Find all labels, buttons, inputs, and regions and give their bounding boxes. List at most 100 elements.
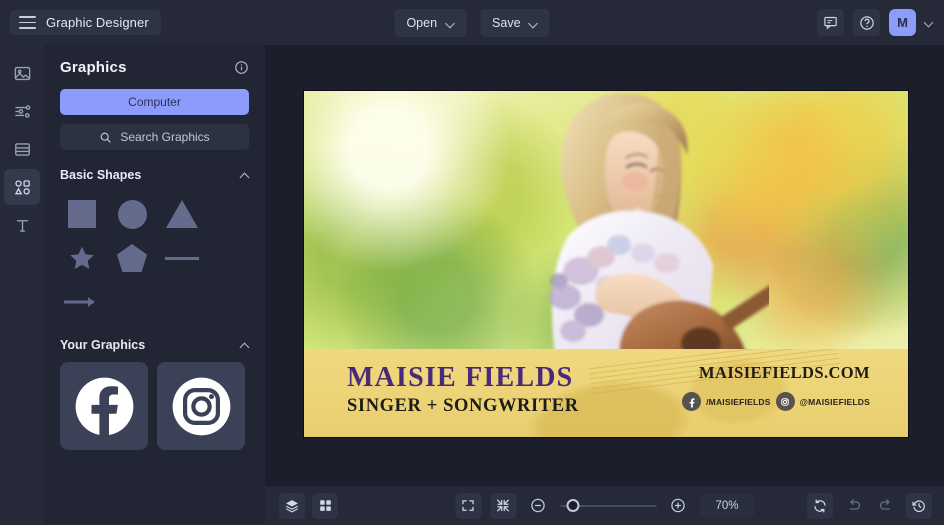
section-title: Your Graphics	[60, 338, 146, 352]
shape-arrow[interactable]	[60, 280, 104, 324]
top-bar: Graphic Designer Open Save M	[0, 0, 944, 45]
layout-icon	[14, 142, 30, 156]
shape-line[interactable]	[160, 236, 204, 280]
reset-icon	[814, 499, 826, 512]
guitarist-figure	[549, 93, 769, 353]
shape-pentagon[interactable]	[110, 236, 154, 280]
your-graphics-grid	[60, 362, 249, 450]
bottom-left-tools	[279, 492, 338, 519]
help-button[interactable]	[853, 9, 880, 36]
page-title: Graphic Designer	[46, 15, 149, 30]
source-computer-button[interactable]: Computer	[60, 89, 249, 115]
brand-tagline: SINGER + SONGWRITER	[347, 396, 579, 417]
artboard[interactable]: MAISIE FIELDS SINGER + SONGWRITER MAISIE…	[304, 91, 908, 437]
undo-icon	[849, 499, 860, 510]
instagram-logo	[172, 377, 230, 435]
search-icon	[99, 131, 112, 144]
zoom-slider[interactable]	[560, 498, 656, 512]
source-computer-label: Computer	[128, 95, 181, 109]
info-circle-icon[interactable]	[234, 60, 249, 75]
zoom-level-value: 70%	[715, 499, 739, 512]
avatar-initial: M	[897, 15, 908, 30]
account-actions: M	[817, 9, 934, 36]
graphic-thumb-instagram[interactable]	[157, 362, 245, 450]
zoom-in-button[interactable]	[665, 493, 691, 519]
shape-circle[interactable]	[110, 192, 154, 236]
canvas-stage[interactable]: MAISIE FIELDS SINGER + SONGWRITER MAISIE…	[265, 45, 944, 486]
shrink-to-fit-icon	[497, 499, 509, 512]
brand-block[interactable]: MAISIE FIELDS SINGER + SONGWRITER	[347, 363, 647, 417]
history-button[interactable]	[906, 492, 932, 519]
panel-header: Graphics	[60, 59, 249, 76]
hamburger-icon[interactable]	[19, 16, 36, 29]
facebook-icon	[682, 392, 702, 411]
chevron-up-icon[interactable]	[241, 341, 249, 349]
website-text: MAISIEFIELDS.COM	[699, 363, 870, 382]
shape-star[interactable]	[60, 236, 104, 280]
app-title-chip[interactable]: Graphic Designer	[10, 10, 161, 35]
history-icon	[912, 500, 925, 512]
layers-button[interactable]	[279, 492, 305, 519]
instagram-handle: @MAISIEFIELDS	[799, 396, 870, 407]
chevron-down-icon[interactable]	[925, 18, 934, 27]
sidebar-item-text[interactable]	[4, 207, 40, 243]
zoom-controls: 70%	[455, 492, 754, 519]
search-input-text: Search Graphics	[120, 130, 210, 144]
contact-block[interactable]: MAISIEFIELDS.COM /MAISIEFIELDS @MAISIEFI…	[682, 363, 870, 411]
zoom-slider-knob[interactable]	[566, 498, 579, 512]
graphics-panel: Graphics Computer Search Graphics Basic …	[44, 45, 265, 525]
layers-icon	[285, 499, 299, 513]
section-header-basic-shapes[interactable]: Basic Shapes	[60, 168, 249, 182]
shape-triangle[interactable]	[160, 192, 204, 236]
redo-icon	[879, 499, 890, 510]
open-button-label: Open	[406, 15, 438, 30]
reset-button[interactable]	[807, 492, 833, 519]
zoom-out-icon	[531, 498, 545, 513]
save-button-label: Save	[492, 15, 521, 30]
zoom-in-icon	[671, 498, 685, 513]
zoom-level-input[interactable]: 70%	[700, 494, 754, 517]
sliders-icon	[14, 104, 30, 118]
sidebar-item-adjustments[interactable]	[4, 93, 40, 129]
comment-button[interactable]	[817, 9, 844, 36]
history-controls	[807, 492, 932, 519]
undo-button[interactable]	[840, 493, 866, 519]
fit-to-screen-button[interactable]	[455, 492, 481, 519]
comment-icon	[824, 16, 837, 30]
image-icon	[14, 66, 30, 80]
section-title: Basic Shapes	[60, 168, 142, 182]
grid-button[interactable]	[312, 492, 338, 519]
panel-title: Graphics	[60, 59, 127, 76]
facebook-handle: /MAISIEFIELDS	[706, 396, 771, 407]
shapes-icon	[14, 179, 30, 195]
bottom-bar: 70%	[265, 486, 944, 525]
fit-to-screen-icon	[462, 500, 474, 511]
zoom-out-button[interactable]	[525, 493, 551, 519]
graphic-thumb-facebook[interactable]	[60, 362, 148, 450]
social-row: /MAISIEFIELDS @MAISIEFIELDS	[682, 392, 870, 411]
app-root: Graphic Designer Open Save M Graphics Co…	[0, 0, 944, 525]
brand-name: MAISIE FIELDS	[347, 362, 574, 393]
shrink-to-fit-button[interactable]	[490, 492, 516, 519]
chevron-up-icon[interactable]	[241, 171, 249, 179]
zoom-slider-track[interactable]	[560, 498, 656, 512]
basic-shapes-grid	[60, 192, 249, 324]
search-input[interactable]: Search Graphics	[60, 124, 249, 150]
sidebar-item-graphics[interactable]	[4, 169, 40, 205]
open-button[interactable]: Open	[394, 8, 467, 37]
shape-square[interactable]	[60, 192, 104, 236]
save-button[interactable]: Save	[480, 8, 550, 37]
sidebar-item-pages[interactable]	[4, 131, 40, 167]
chevron-down-icon	[530, 19, 538, 27]
avatar[interactable]: M	[889, 9, 916, 36]
file-actions: Open Save	[394, 8, 550, 37]
section-header-your-graphics[interactable]: Your Graphics	[60, 338, 249, 352]
tool-rail	[0, 45, 44, 525]
text-icon	[16, 219, 28, 232]
chevron-down-icon	[446, 19, 454, 27]
instagram-icon	[775, 392, 795, 411]
redo-button[interactable]	[873, 493, 899, 519]
grid-icon	[319, 500, 331, 511]
artwork-photo	[304, 91, 908, 353]
sidebar-item-images[interactable]	[4, 55, 40, 91]
